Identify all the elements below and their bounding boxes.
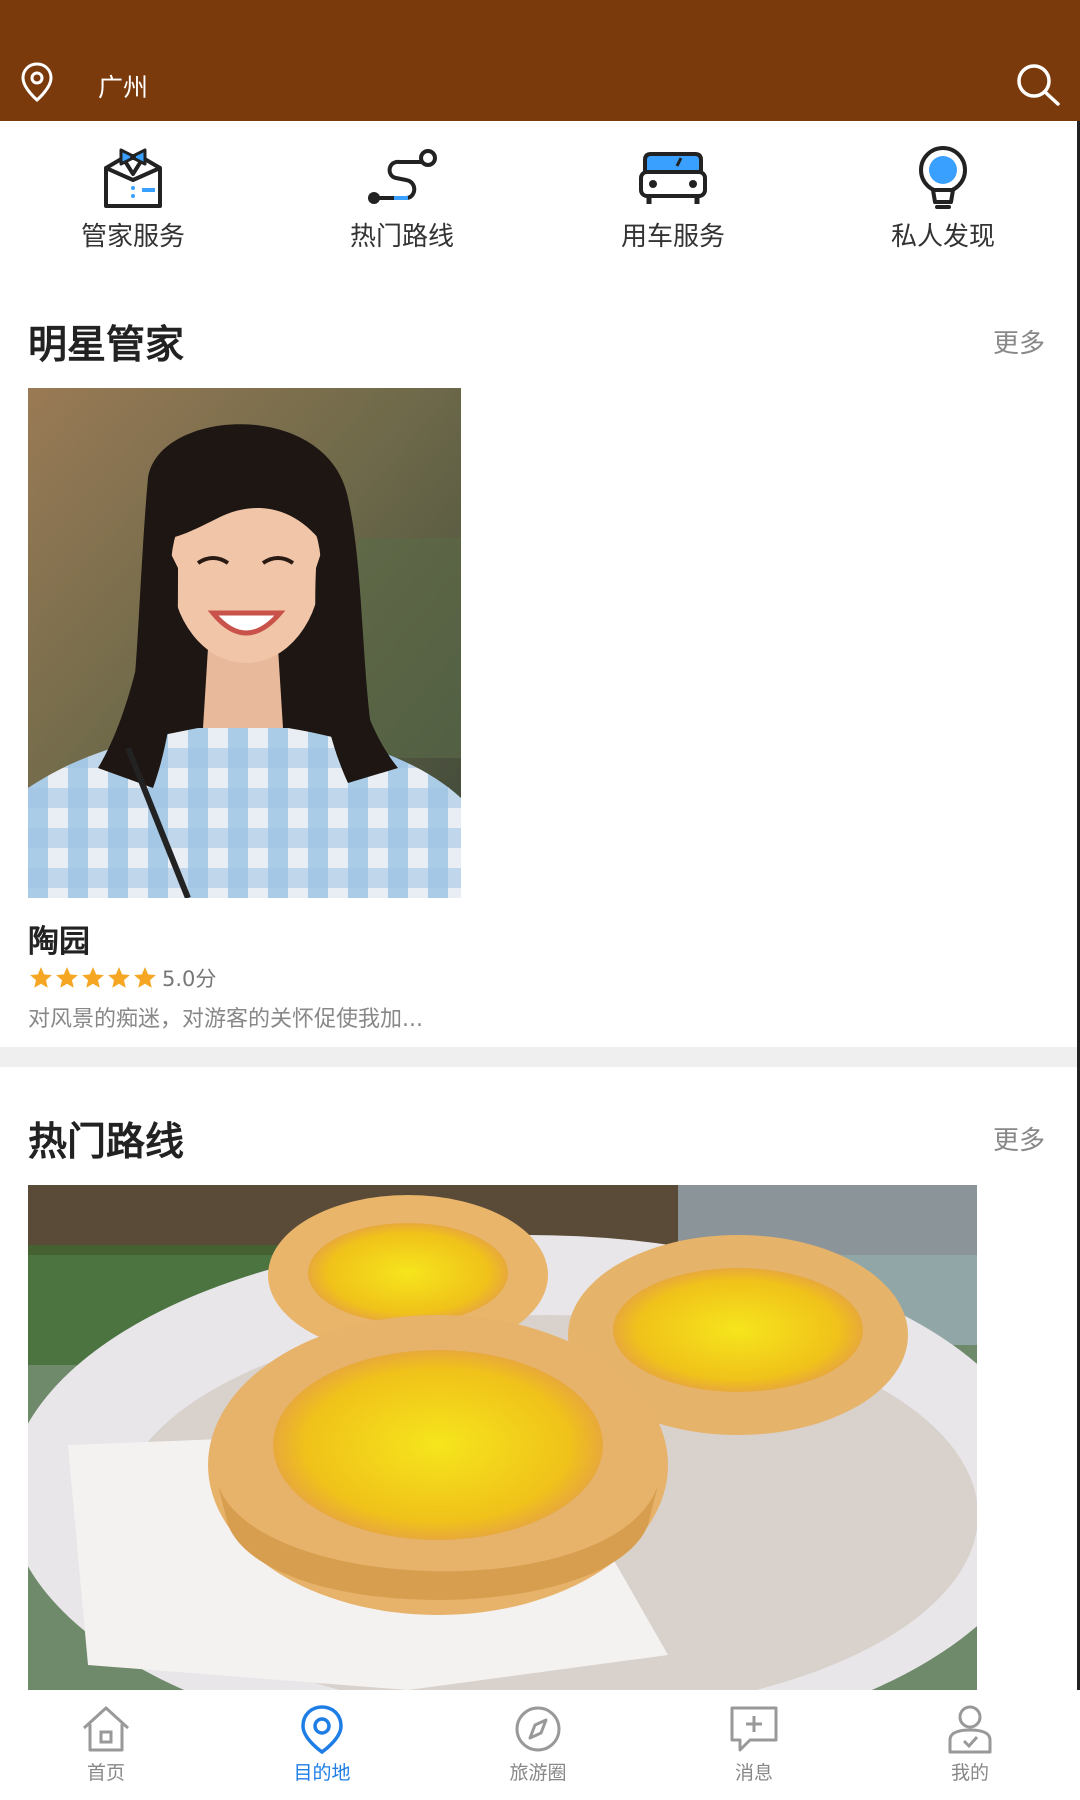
section-title-hot-routes: 热门路线 bbox=[28, 1120, 185, 1165]
lightbulb-icon bbox=[919, 146, 967, 209]
butler-name[interactable]: 陶园 bbox=[28, 916, 90, 961]
hot-routes-more-link[interactable]: 更多 bbox=[993, 1120, 1045, 1157]
quick-nav-label: 热门路线 bbox=[349, 222, 454, 252]
quick-nav-private-discovery[interactable]: 私人发现 bbox=[843, 146, 1043, 253]
star-icon bbox=[134, 967, 156, 988]
tab-profile[interactable]: 我的 bbox=[900, 1690, 1040, 1785]
quick-nav-car-service[interactable]: 用车服务 bbox=[573, 146, 773, 253]
quick-nav-label: 管家服务 bbox=[80, 222, 185, 252]
compass-icon bbox=[515, 1706, 561, 1752]
section-divider bbox=[0, 1047, 1080, 1067]
quick-nav-hot-routes[interactable]: 热门路线 bbox=[302, 146, 502, 253]
search-icon[interactable] bbox=[1014, 61, 1062, 107]
quick-nav-label: 私人发现 bbox=[890, 222, 995, 252]
tab-messages[interactable]: 消息 bbox=[684, 1690, 824, 1785]
quick-nav: 管家服务 热门路线 用车服务 私人发现 bbox=[0, 121, 1080, 271]
quick-nav-label: 用车服务 bbox=[620, 222, 725, 252]
rating-score: 5.0分 bbox=[162, 967, 217, 991]
star-icon bbox=[30, 967, 52, 988]
current-city[interactable]: 广州 bbox=[98, 68, 148, 104]
star-butler-more-link[interactable]: 更多 bbox=[993, 323, 1045, 360]
tab-label: 旅游圈 bbox=[509, 1762, 567, 1784]
tab-label: 我的 bbox=[950, 1762, 989, 1784]
tab-travel-circle[interactable]: 旅游圈 bbox=[468, 1690, 608, 1785]
butler-photo[interactable] bbox=[28, 388, 461, 898]
section-title-star-butler: 明星管家 bbox=[28, 323, 185, 368]
tab-label: 消息 bbox=[734, 1762, 773, 1784]
message-icon bbox=[730, 1706, 778, 1752]
bottom-tab-bar: 首页 目的地 旅游圈 消息 我的 bbox=[0, 1690, 1080, 1800]
top-bar: 广州 bbox=[0, 0, 1080, 121]
butler-rating: 5.0分 bbox=[28, 963, 216, 993]
car-icon bbox=[639, 152, 707, 204]
tab-label: 目的地 bbox=[293, 1762, 351, 1784]
butler-description: 对风景的痴迷，对游客的关怀促使我加... bbox=[28, 1007, 423, 1032]
location-pin-icon[interactable] bbox=[19, 61, 55, 103]
location-icon bbox=[301, 1705, 343, 1754]
star-icon bbox=[56, 967, 78, 988]
quick-nav-butler-service[interactable]: 管家服务 bbox=[33, 146, 233, 253]
tab-label: 首页 bbox=[86, 1762, 125, 1784]
star-icon bbox=[82, 967, 104, 988]
route-icon bbox=[368, 149, 437, 204]
butler-icon bbox=[104, 148, 162, 208]
home-icon bbox=[82, 1706, 130, 1752]
profile-icon bbox=[948, 1705, 992, 1754]
tab-home[interactable]: 首页 bbox=[36, 1690, 176, 1785]
route-photo[interactable] bbox=[28, 1185, 977, 1690]
star-icon bbox=[108, 967, 130, 988]
tab-destination[interactable]: 目的地 bbox=[252, 1690, 392, 1785]
